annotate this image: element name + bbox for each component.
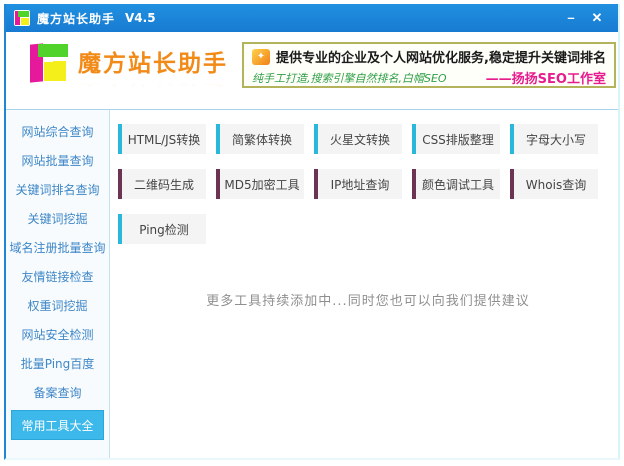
logo-text: 魔方站长助手 xyxy=(78,51,228,77)
sidebar-item-site-overview-query[interactable]: 网站综合查询 xyxy=(6,118,109,147)
sidebar-item-domain-batch-query[interactable]: 域名注册批量查询 xyxy=(6,234,109,263)
minimize-button[interactable]: – xyxy=(558,7,584,29)
tool-button-md5-encrypt[interactable]: MD5加密工具 xyxy=(216,169,304,199)
main-panel: HTML/JS转换 简繁体转换 火星文转换 CSS排版整理 字母大小写 二维码生… xyxy=(110,110,618,458)
window-version: V4.5 xyxy=(125,11,156,25)
cube-logo-icon xyxy=(28,42,70,84)
tool-row-3: Ping检测 xyxy=(118,214,618,244)
tool-button-ip-query[interactable]: IP地址查询 xyxy=(314,169,402,199)
window-title: 魔方站长助手 xyxy=(37,11,116,26)
banner-signature: ——扬扬SEO工作室 xyxy=(485,72,606,87)
sidebar-item-batch-ping-baidu[interactable]: 批量Ping百度 xyxy=(6,350,109,379)
tool-button-ping-test[interactable]: Ping检测 xyxy=(118,214,206,244)
sidebar-item-common-tools[interactable]: 常用工具大全 xyxy=(11,410,104,440)
tool-button-whois-query[interactable]: Whois查询 xyxy=(510,169,598,199)
banner-logo-icon: ✦ xyxy=(252,48,270,65)
tool-button-css-format[interactable]: CSS排版整理 xyxy=(412,124,500,154)
sidebar-item-weight-word-mining[interactable]: 权重词挖掘 xyxy=(6,292,109,321)
logo-reflection: 魔方站长助手 xyxy=(78,78,228,94)
sidebar: 网站综合查询 网站批量查询 关键词排名查询 关键词挖掘 域名注册批量查询 友情链… xyxy=(6,110,110,458)
more-tools-notice: 更多工具持续添加中...同时您也可以向我们提供建议 xyxy=(206,294,530,309)
app-logo: 魔方站长助手 魔方站长助手 xyxy=(28,40,228,94)
tool-row-2: 二维码生成 MD5加密工具 IP地址查询 颜色调试工具 Whois查询 xyxy=(118,169,618,199)
tool-button-simplified-traditional-convert[interactable]: 简繁体转换 xyxy=(216,124,304,154)
sidebar-item-icp-record-query[interactable]: 备案查询 xyxy=(6,379,109,408)
header: 魔方站长助手 魔方站长助手 ✦ 提供专业的企业及个人网站优化服务,稳定提升关键词… xyxy=(6,32,618,110)
tool-row-1: HTML/JS转换 简繁体转换 火星文转换 CSS排版整理 字母大小写 xyxy=(118,124,618,154)
tool-button-color-debug[interactable]: 颜色调试工具 xyxy=(412,169,500,199)
banner-headline: 提供专业的企业及个人网站优化服务,稳定提升关键词排名 xyxy=(276,51,606,66)
tool-button-qrcode-generate[interactable]: 二维码生成 xyxy=(118,169,206,199)
app-window: 魔方站长助手 V4.5 – ✕ 魔方站长助手 魔方站长助手 ✦ 提供专业的企业及… xyxy=(4,4,620,460)
sidebar-item-keyword-mining[interactable]: 关键词挖掘 xyxy=(6,205,109,234)
banner-subline: 纯手工打造,搜索引擎自然排名,白帽SEO xyxy=(252,71,447,85)
tool-button-html-js-convert[interactable]: HTML/JS转换 xyxy=(118,124,206,154)
titlebar[interactable]: 魔方站长助手 V4.5 – ✕ xyxy=(6,4,618,32)
close-button[interactable]: ✕ xyxy=(584,7,610,29)
ad-banner[interactable]: ✦ 提供专业的企业及个人网站优化服务,稳定提升关键词排名 纯手工打造,搜索引擎自… xyxy=(242,42,616,88)
sidebar-item-friend-link-check[interactable]: 友情链接检查 xyxy=(6,263,109,292)
sidebar-item-keyword-rank-query[interactable]: 关键词排名查询 xyxy=(6,176,109,205)
app-icon xyxy=(14,10,30,26)
sidebar-item-site-batch-query[interactable]: 网站批量查询 xyxy=(6,147,109,176)
tool-button-letter-case[interactable]: 字母大小写 xyxy=(510,124,598,154)
sidebar-item-site-security-check[interactable]: 网站安全检测 xyxy=(6,321,109,350)
tool-button-martian-text-convert[interactable]: 火星文转换 xyxy=(314,124,402,154)
